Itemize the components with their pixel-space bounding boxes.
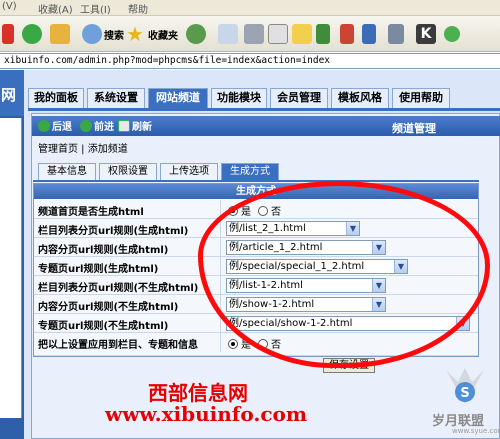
menu-favorites[interactable]: 收藏(A): [38, 1, 73, 16]
tab-members[interactable]: 会员管理: [270, 88, 328, 108]
forward-arrow-icon: [80, 119, 92, 132]
left-frame-content: [0, 118, 22, 418]
k-icon: K: [416, 24, 436, 44]
tab-help[interactable]: 使用帮助: [392, 88, 450, 108]
tool-button-3[interactable]: [362, 22, 376, 46]
tool-button-2[interactable]: [340, 22, 354, 46]
watermark-logo-subtext: www.syue.com: [452, 427, 500, 435]
db-icon: [316, 24, 330, 44]
subtab-basic-info[interactable]: 基本信息: [38, 163, 96, 181]
tab-system-settings[interactable]: 系统设置: [87, 88, 145, 108]
menu-view[interactable]: (V): [2, 1, 17, 12]
menu-tools[interactable]: 工具(I): [80, 1, 111, 16]
db-icon: [362, 24, 376, 44]
forward-label: 前进: [94, 122, 114, 133]
refresh-panel-button[interactable]: 刷新: [118, 118, 152, 133]
search-label: 搜索: [104, 30, 124, 42]
tab-my-panel[interactable]: 我的面板: [28, 88, 84, 108]
back-arrow-icon: [38, 119, 50, 132]
nav-underline: [28, 108, 500, 111]
address-bar[interactable]: xibuinfo.com/admin.php?mod=phpcms&file=i…: [0, 53, 500, 69]
edit-button[interactable]: [268, 22, 288, 46]
watermark-url: www.xibuinfo.com: [105, 402, 308, 426]
svg-text:S: S: [460, 386, 469, 401]
address-url[interactable]: xibuinfo.com/admin.php?mod=phpcms&file=i…: [4, 55, 330, 66]
tool-button-1[interactable]: [316, 22, 330, 46]
row-label: 把以上设置应用到栏目、专题和信息: [38, 340, 198, 351]
breadcrumb[interactable]: 管理首页 | 添加频道: [38, 140, 128, 155]
main-nav: 我的面板 系统设置 网站频道 功能模块 会员管理 模板风格 使用帮助: [28, 88, 498, 110]
search-icon: [82, 24, 102, 44]
favorites-label: 收藏夹: [148, 30, 178, 42]
messenger-icon: [444, 26, 460, 42]
row-label: 频道首页是否生成html: [38, 207, 144, 218]
tool-button-5[interactable]: K: [416, 22, 436, 46]
browser-toolbar: 搜索 ★ 收藏夹 K: [0, 16, 500, 52]
edit-icon: [268, 24, 288, 44]
tab-templates[interactable]: 模板风格: [331, 88, 389, 108]
favorites-button[interactable]: ★ 收藏夹: [126, 22, 178, 46]
row-label: 内容分页url规则(生成html): [38, 245, 169, 256]
menu-bar: (V) 收藏(A) 工具(I) 帮助: [0, 0, 500, 16]
discuss-button[interactable]: [292, 22, 312, 46]
history-icon: [186, 24, 206, 44]
discuss-icon: [292, 24, 312, 44]
back-button[interactable]: 后退: [38, 118, 72, 133]
tab-modules[interactable]: 功能模块: [211, 88, 267, 108]
home-button[interactable]: [50, 22, 70, 46]
left-frame-label: 网: [1, 86, 17, 104]
home-icon: [50, 24, 70, 44]
row-label: 栏目列表分页url规则(生成html): [38, 226, 189, 237]
back-label: 后退: [52, 122, 72, 133]
history-button[interactable]: [186, 22, 206, 46]
subtab-upload-options[interactable]: 上传选项: [160, 163, 218, 181]
search-button[interactable]: 搜索: [82, 22, 124, 46]
refresh-icon: [118, 119, 130, 132]
radio-yes[interactable]: [228, 338, 238, 349]
tool-button-6[interactable]: [444, 22, 460, 46]
panel-title: 频道管理: [392, 122, 436, 135]
refresh-icon: [22, 24, 42, 44]
pen-icon: [388, 24, 404, 44]
menu-help[interactable]: 帮助: [128, 1, 148, 16]
db-icon: [340, 24, 354, 44]
print-button[interactable]: [244, 22, 264, 46]
subtab-permissions[interactable]: 权限设置: [99, 163, 157, 181]
refresh-label: 刷新: [132, 122, 152, 133]
forward-button[interactable]: 前进: [80, 118, 114, 133]
tab-site-channel[interactable]: 网站频道: [148, 88, 208, 108]
subtab-generation-mode[interactable]: 生成方式: [221, 163, 279, 181]
row-label: 专题页url规则(生成html): [38, 264, 159, 275]
tool-button-4[interactable]: [388, 22, 404, 46]
row-label: 专题页url规则(不生成html): [38, 321, 169, 332]
row-label: 内容分页url规则(不生成html): [38, 302, 179, 313]
mail-icon: [218, 24, 238, 44]
mail-button[interactable]: [218, 22, 238, 46]
star-icon: ★: [126, 22, 144, 46]
subtab-underline: [33, 180, 479, 182]
row-divider: [220, 333, 221, 352]
watermark-logo-icon: S: [446, 368, 484, 404]
row-label: 栏目列表分页url规则(不生成html): [38, 283, 199, 294]
refresh-button[interactable]: [22, 22, 42, 46]
stop-button[interactable]: [2, 22, 14, 46]
stop-icon: [2, 24, 14, 44]
print-icon: [244, 24, 264, 44]
